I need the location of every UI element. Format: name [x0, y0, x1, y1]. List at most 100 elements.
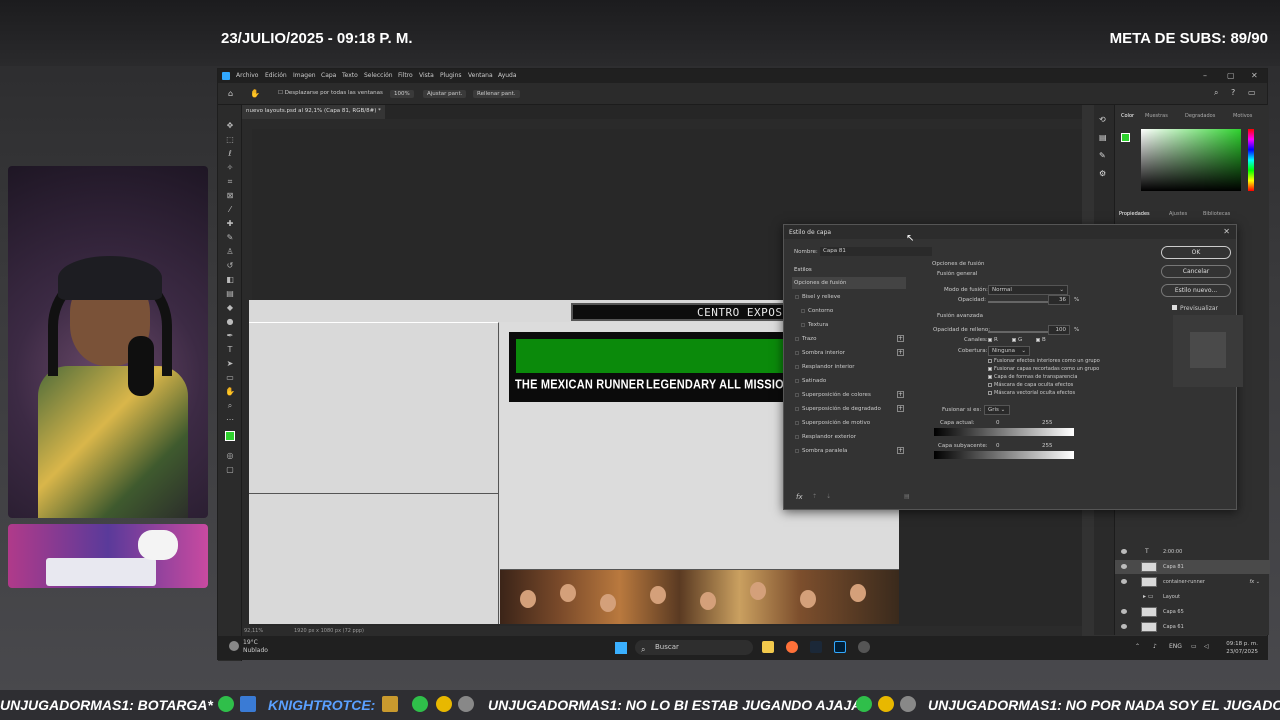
blend-clipped-checkbox[interactable]: Fusionar capas recortadas como un grupo — [988, 366, 1099, 372]
zoom-100-button[interactable]: 100% — [390, 90, 414, 98]
style-inner-shadow[interactable]: Sombra interior + — [792, 347, 906, 359]
volume-icon[interactable]: ◁ — [1204, 643, 1209, 650]
style-stroke[interactable]: Trazo + — [792, 333, 906, 345]
tab-degradados[interactable]: Degradados — [1185, 113, 1215, 119]
close-icon[interactable]: ✕ — [1223, 227, 1230, 236]
add-drop-shadow-icon[interactable]: + — [897, 447, 904, 454]
style-inner-glow[interactable]: Resplandor interior — [792, 361, 906, 373]
crop-tool-icon[interactable]: ⌗ — [225, 177, 235, 187]
tab-muestras[interactable]: Muestras — [1145, 113, 1168, 119]
stamp-tool-icon[interactable]: ♙ — [225, 247, 235, 257]
history-brush-icon[interactable]: ↺ — [225, 261, 235, 271]
style-checkbox[interactable] — [795, 449, 799, 453]
channel-b-checkbox[interactable]: B — [1036, 337, 1046, 343]
eraser-tool-icon[interactable]: ◧ — [225, 275, 235, 285]
lasso-tool-icon[interactable]: ℓ — [225, 149, 235, 159]
help-icon[interactable]: ? — [1231, 88, 1235, 97]
knockout-select[interactable]: Ninguna ⌄ — [988, 346, 1030, 356]
steam-icon[interactable] — [810, 641, 822, 653]
gradient-tool-icon[interactable]: ▤ — [225, 289, 235, 299]
style-checkbox[interactable] — [795, 337, 799, 341]
blur-tool-icon[interactable]: ◆ — [225, 303, 235, 313]
brush-settings-icon[interactable]: ✎ — [1099, 151, 1106, 160]
photoshop-taskbar-icon[interactable] — [834, 641, 846, 653]
channel-g-checkbox[interactable]: G — [1012, 337, 1022, 343]
style-blending-options[interactable]: Opciones de fusión — [792, 277, 906, 289]
layer-row-selected[interactable]: Capa 81 — [1115, 560, 1270, 574]
tab-propiedades[interactable]: Propiedades — [1119, 211, 1150, 217]
scroll-all-checkbox[interactable]: ☐ Desplazarse por todas las ventanas — [278, 90, 383, 96]
menu-seleccion[interactable]: Selección — [364, 72, 393, 79]
layer-row[interactable]: Capa 65 — [1115, 605, 1270, 619]
style-checkbox[interactable] — [795, 365, 799, 369]
taskbar-clock[interactable]: 09:18 p. m. 23/07/2025 — [1226, 640, 1258, 656]
move-tool-icon[interactable]: ✥ — [225, 121, 235, 131]
style-color-overlay[interactable]: Superposición de colores + — [792, 389, 906, 401]
style-checkbox[interactable] — [795, 421, 799, 425]
hand-tool-icon-2[interactable]: ✋ — [225, 387, 235, 397]
type-tool-icon[interactable]: T — [225, 345, 235, 355]
windows-start-icon[interactable] — [615, 642, 627, 654]
path-select-icon[interactable]: ➤ — [225, 359, 235, 369]
style-checkbox[interactable] — [795, 295, 799, 299]
ok-button[interactable]: OK — [1161, 246, 1231, 259]
menu-texto[interactable]: Texto — [342, 72, 358, 79]
comments-icon[interactable]: ▤ — [1099, 133, 1107, 142]
fit-screen-button[interactable]: Ajustar pant. — [423, 90, 467, 98]
opacity-input[interactable]: 36 — [1048, 295, 1070, 305]
language-indicator[interactable]: ENG — [1169, 643, 1182, 650]
style-contour[interactable]: Contorno — [792, 305, 906, 317]
opacity-slider[interactable] — [988, 301, 1048, 303]
add-inner-shadow-icon[interactable]: + — [897, 349, 904, 356]
more-tools-icon[interactable]: ⋯ — [225, 415, 235, 425]
magic-wand-icon[interactable]: ✧ — [225, 163, 235, 173]
document-tab[interactable]: nuevo layouts.psd al 92,1% (Capa 81, RGB… — [242, 105, 385, 119]
transparency-shapes-checkbox[interactable]: Capa de formas de transparencia — [988, 374, 1077, 380]
eye-icon[interactable] — [1121, 549, 1127, 554]
layer-row[interactable]: container-runner fx ⌄ — [1115, 575, 1270, 589]
vector-mask-hides-checkbox[interactable]: Máscara vectorial oculta efectos — [988, 390, 1075, 396]
eye-icon[interactable] — [1121, 564, 1127, 569]
weather-widget[interactable]: 19°C Nublado — [243, 639, 268, 655]
this-layer-gradient[interactable] — [934, 428, 1074, 436]
adjust-icon[interactable]: ⚙ — [1099, 169, 1106, 178]
quick-mask-icon[interactable]: ◎ — [225, 451, 235, 461]
dialog-title-bar[interactable]: Estilo de capa — [784, 225, 1236, 239]
layer-row[interactable]: T 2:00:00 — [1115, 545, 1270, 559]
menu-plugins[interactable]: Plugins — [440, 72, 462, 79]
brush-tool-icon[interactable]: ✎ — [225, 233, 235, 243]
tab-color[interactable]: Color — [1121, 113, 1134, 119]
zoom-tool-icon[interactable]: ⌕ — [225, 401, 235, 411]
add-color-overlay-icon[interactable]: + — [897, 391, 904, 398]
home-icon[interactable]: ⌂ — [228, 89, 233, 98]
eye-icon[interactable] — [1121, 609, 1127, 614]
fg-color-swatch[interactable] — [1121, 133, 1130, 142]
underlying-layer-gradient[interactable] — [934, 451, 1074, 459]
menu-archivo[interactable]: Archivo — [236, 72, 258, 79]
menu-ayuda[interactable]: Ayuda — [498, 72, 517, 79]
eyedropper-icon[interactable]: ⁄ — [225, 205, 235, 215]
screen-mode-icon[interactable]: ▢ — [225, 465, 235, 475]
taskbar-search[interactable]: ⌕ Buscar — [635, 640, 753, 655]
layer-row[interactable]: Capa 61 — [1115, 620, 1270, 634]
styles-header[interactable]: Estilos — [794, 267, 812, 273]
pen-tool-icon[interactable]: ✒ — [225, 331, 235, 341]
color-picker-field[interactable] — [1141, 129, 1241, 191]
blend-mode-select[interactable]: Normal ⌄ — [988, 285, 1068, 295]
menu-filtro[interactable]: Filtro — [398, 72, 413, 79]
fx-menu-icon[interactable]: fx — [796, 493, 803, 501]
style-satin[interactable]: Satinado — [792, 375, 906, 387]
layer-group-row[interactable]: ▸ ▭ Layout — [1115, 590, 1270, 604]
tab-bibliotecas[interactable]: Bibliotecas — [1203, 211, 1230, 217]
move-down-icon[interactable]: ⇣ — [826, 493, 831, 500]
dodge-tool-icon[interactable]: ● — [225, 317, 235, 327]
blend-interior-checkbox[interactable]: Fusionar efectos interiores como un grup… — [988, 358, 1100, 364]
history-icon[interactable]: ⟲ — [1099, 115, 1106, 124]
cancel-button[interactable]: Cancelar — [1161, 265, 1231, 278]
healing-brush-icon[interactable]: ✚ — [225, 219, 235, 229]
menu-capa[interactable]: Capa — [321, 72, 336, 79]
close-window-icon[interactable]: ✕ — [1251, 71, 1258, 80]
style-checkbox[interactable] — [795, 393, 799, 397]
obs-icon[interactable] — [858, 641, 870, 653]
add-gradient-overlay-icon[interactable]: + — [897, 405, 904, 412]
